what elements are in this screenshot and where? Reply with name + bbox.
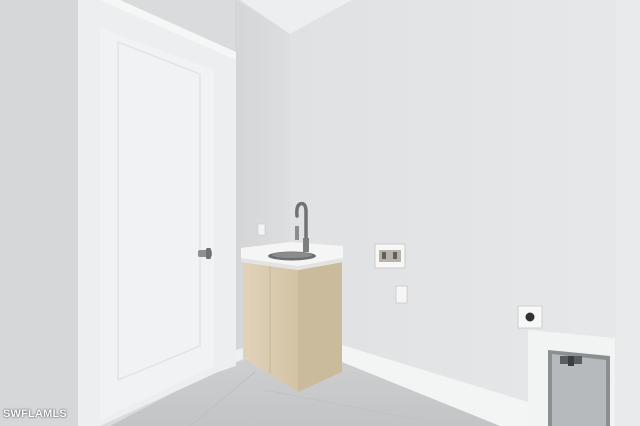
room-illustration: [0, 0, 640, 426]
wall-outlet: [395, 285, 408, 304]
laundry-room-photo: SWFLAMLS: [0, 0, 640, 426]
door[interactable]: [100, 28, 214, 420]
watermark: SWFLAMLS: [3, 408, 67, 420]
left-wall: [0, 0, 80, 426]
